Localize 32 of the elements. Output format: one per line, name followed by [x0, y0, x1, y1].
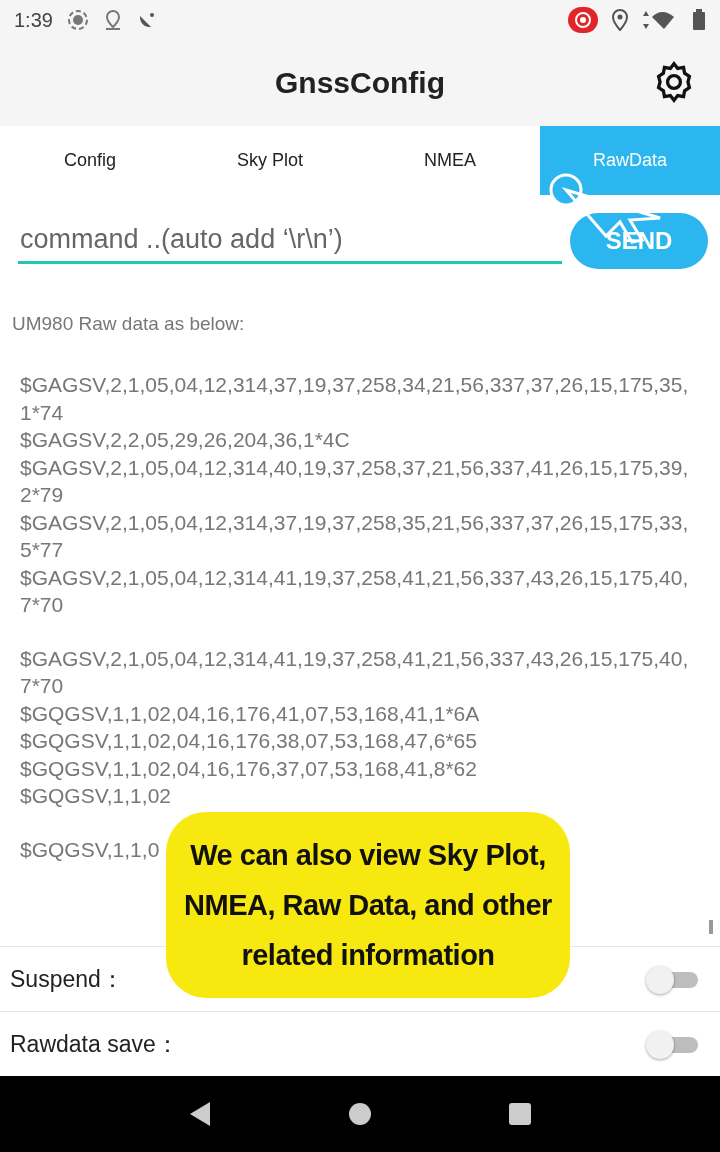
toggle-switch[interactable]: [646, 1030, 698, 1058]
log-line: 1*74: [20, 399, 64, 426]
setting-label: Suspend：: [10, 964, 125, 994]
caption-callout: We can also view Sky Plot, NMEA, Raw Data, and other related information: [166, 812, 570, 998]
log-line: $GAGSV,2,1,05,04,12,314,37,19,37,258,34,21,56,337,37,26,15,175,35,: [20, 372, 689, 398]
log-line: $GAGSV,2,2,05,29,26,204,36,1*4C: [20, 427, 350, 453]
log-line: $GQGSV,1,1,02: [20, 783, 171, 809]
log-line: $GAGSV,2,1,05,04,12,314,40,19,37,258,37,21,56,337,41,26,15,175,39,: [20, 454, 689, 481]
log-line: $GAGSV,2,1,05,04,12,314,41,19,37,258,41,21,56,337,43,26,15,175,40,: [20, 564, 689, 591]
app-title: GnssConfig: [275, 66, 445, 100]
record-icon: [66, 9, 89, 31]
location-pin-icon: [612, 9, 628, 31]
log-line: $GQGSV,1,1,02,04,16,176,37,07,53,168,41,8*62: [20, 755, 477, 782]
recents-icon[interactable]: [508, 1102, 532, 1126]
log-line: $GQGSV,1,1,0: [20, 836, 160, 863]
home-icon[interactable]: [348, 1102, 372, 1126]
setting-label: Rawdata save：: [10, 1029, 180, 1059]
toggle-switch[interactable]: [646, 965, 698, 993]
scrollbar: [709, 920, 713, 934]
status-time: 1:39: [14, 8, 53, 32]
log-line: $GQGSV,1,1,02,04,16,176,41,07,53,168,41,1*6A: [20, 700, 480, 727]
log-line: 2*79: [20, 482, 64, 508]
log-line: $GAGSV,2,1,05,04,12,314,41,19,37,258,41,21,56,337,43,26,15,175,40,: [20, 645, 689, 672]
log-line: 7*70: [20, 592, 64, 618]
log-heading: UM980 Raw data as below:: [12, 313, 246, 335]
log-line: $GQGSV,1,1,02,04,16,176,38,07,53,168,47,6*65: [20, 728, 477, 754]
battery-icon: [692, 9, 706, 31]
back-icon[interactable]: [188, 1101, 212, 1127]
log-line: $GAGSV,2,1,05,04,12,314,37,19,37,258,35,21,56,337,37,26,15,175,33,: [20, 509, 689, 536]
log-line: 5*77: [20, 537, 64, 563]
screen-record-icon: [568, 7, 598, 33]
log-line: 7*70: [20, 673, 64, 699]
